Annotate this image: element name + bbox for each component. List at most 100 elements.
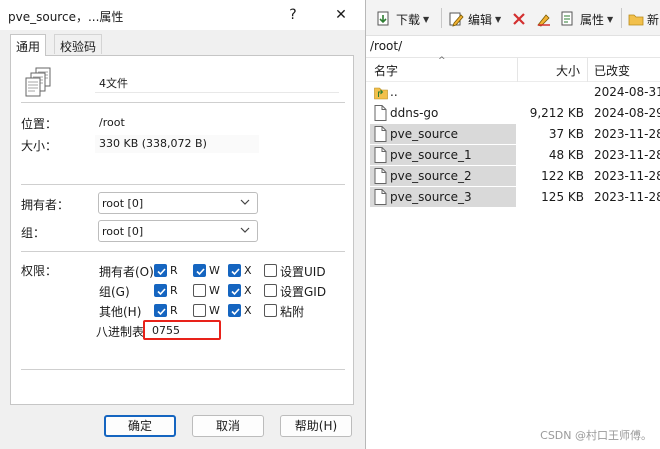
toolbar-divider <box>441 8 442 28</box>
perm-group-x-checkbox[interactable] <box>228 284 241 297</box>
file-date: 2024-08-29 <box>594 106 660 120</box>
sort-ascending-icon: ^ <box>438 56 446 66</box>
cancel-button[interactable]: 取消 <box>192 415 264 437</box>
file-size: 37 KB <box>548 127 584 141</box>
column-size[interactable]: 大小 <box>556 62 580 79</box>
ok-button[interactable]: 确定 <box>104 415 176 437</box>
new-label: 新 <box>647 12 660 27</box>
edit-button[interactable]: 编辑 ▼ <box>448 9 501 29</box>
group-label: 组： <box>21 226 46 240</box>
chevron-down-icon <box>240 199 250 205</box>
edit-label: 编辑 <box>468 12 493 27</box>
chevron-down-icon <box>240 227 250 233</box>
perm-row-label-other: 其他(H) <box>99 305 142 319</box>
dialog-titlebar[interactable]: pve_source，...属性 ? ✕ <box>0 0 365 30</box>
watermark: CSDN @村口王师傅。 <box>540 429 652 442</box>
size-value: 330 KB (338,072 B) <box>99 137 207 150</box>
file-manager-window: 下载 ▼ 编辑 ▼ 属性 ▼ 新 /root/ 名字 ^ 大小 已改变 .. 2… <box>366 0 660 449</box>
file-row-selected[interactable]: pve_source_1 48 KB 2023-11-28 <box>370 145 660 165</box>
column-modified[interactable]: 已改变 <box>594 62 630 79</box>
toolbar-divider <box>621 8 622 28</box>
tab-checksum[interactable]: 校验码 <box>54 34 103 54</box>
file-name: .. <box>390 85 398 99</box>
delete-icon <box>513 13 525 25</box>
path-bar[interactable]: /root/ <box>366 36 660 58</box>
perm-other-r-checkbox[interactable] <box>154 304 167 317</box>
chevron-down-icon[interactable]: ▼ <box>607 15 613 24</box>
owner-label: 拥有者： <box>21 198 70 212</box>
file-row-selected[interactable]: pve_source 37 KB 2023-11-28 <box>370 124 660 144</box>
perm-group-w-checkbox[interactable] <box>193 284 206 297</box>
chevron-down-icon[interactable]: ▼ <box>423 15 429 24</box>
perm-letter-w: W <box>209 284 220 297</box>
octal-input[interactable]: 0755 <box>143 320 221 340</box>
perm-row-label-owner: 拥有者(O) <box>99 265 154 279</box>
file-row-parent[interactable]: .. 2024-08-31 <box>370 82 660 102</box>
file-count: 4文件 <box>99 77 128 90</box>
octal-label: 八进制表 <box>96 325 145 339</box>
download-button[interactable]: 下载 ▼ <box>376 9 429 29</box>
general-panel: 4文件 位置： /root 大小： 330 KB (338,072 B) 拥有者… <box>10 55 354 405</box>
file-name: pve_source_2 <box>390 169 472 183</box>
new-folder-icon <box>628 14 644 26</box>
perm-letter-r: R <box>170 284 178 297</box>
file-icon <box>374 126 387 142</box>
setgid-checkbox[interactable] <box>264 284 277 297</box>
help-button[interactable]: 帮助(H) <box>280 415 352 437</box>
delete-button[interactable] <box>511 9 527 29</box>
perm-other-w-checkbox[interactable] <box>193 304 206 317</box>
divider <box>21 184 345 185</box>
divider <box>21 102 345 103</box>
column-divider[interactable] <box>587 58 588 82</box>
divider <box>21 369 345 370</box>
file-icon <box>374 168 387 184</box>
perm-letter-w: W <box>209 304 220 317</box>
perm-letter-r: R <box>170 264 178 277</box>
setuid-checkbox[interactable] <box>264 264 277 277</box>
perm-row-label-group: 组(G) <box>99 285 130 299</box>
parent-folder-icon <box>374 87 388 100</box>
rename-button[interactable] <box>536 9 552 29</box>
location-value: /root <box>99 116 125 129</box>
perm-other-x-checkbox[interactable] <box>228 304 241 317</box>
owner-select[interactable]: root [0] <box>98 192 258 214</box>
file-icon <box>374 147 387 163</box>
size-label: 大小： <box>21 139 58 153</box>
perm-owner-w-checkbox[interactable] <box>193 264 206 277</box>
edit-icon <box>449 12 464 27</box>
close-icon[interactable]: ✕ <box>330 4 352 26</box>
perm-letter-x: X <box>244 284 252 297</box>
column-divider[interactable] <box>517 58 518 82</box>
help-icon[interactable]: ? <box>282 4 304 26</box>
file-name: pve_source_3 <box>390 190 472 204</box>
file-row[interactable]: ddns-go 9,212 KB 2024-08-29 <box>370 103 660 123</box>
new-button[interactable]: 新 <box>628 9 659 29</box>
tab-general[interactable]: 通用 <box>10 34 47 56</box>
file-row-selected[interactable]: pve_source_2 122 KB 2023-11-28 <box>370 166 660 186</box>
perm-owner-x-checkbox[interactable] <box>228 264 241 277</box>
sticky-checkbox[interactable] <box>264 304 277 317</box>
file-row-selected[interactable]: pve_source_3 125 KB 2023-11-28 <box>370 187 660 207</box>
setgid-label: 设置GID <box>280 285 327 299</box>
dialog-title: pve_source，...属性 <box>8 10 124 24</box>
location-label: 位置： <box>21 117 58 131</box>
sticky-label: 粘附 <box>280 305 305 319</box>
group-select[interactable]: root [0] <box>98 220 258 242</box>
perm-owner-r-checkbox[interactable] <box>154 264 167 277</box>
perm-group-r-checkbox[interactable] <box>154 284 167 297</box>
file-date: 2023-11-28 <box>594 169 660 183</box>
toolbar: 下载 ▼ 编辑 ▼ 属性 ▼ 新 <box>366 0 660 36</box>
column-name[interactable]: 名字 <box>374 62 398 79</box>
perm-letter-x: X <box>244 264 252 277</box>
perm-letter-x: X <box>244 304 252 317</box>
size-field: 330 KB (338,072 B) <box>95 135 259 153</box>
properties-dialog: pve_source，...属性 ? ✕ 通用 校验码 4文件 位置： /roo… <box>0 0 366 449</box>
owner-selected-value: root [0] <box>102 197 144 210</box>
divider <box>21 251 345 252</box>
file-count-field: 4文件 <box>95 71 339 93</box>
permissions-label: 权限： <box>21 264 58 278</box>
file-icon <box>374 189 387 205</box>
chevron-down-icon[interactable]: ▼ <box>495 15 501 24</box>
properties-button[interactable]: 属性 ▼ <box>560 9 613 29</box>
file-size: 48 KB <box>548 148 584 162</box>
